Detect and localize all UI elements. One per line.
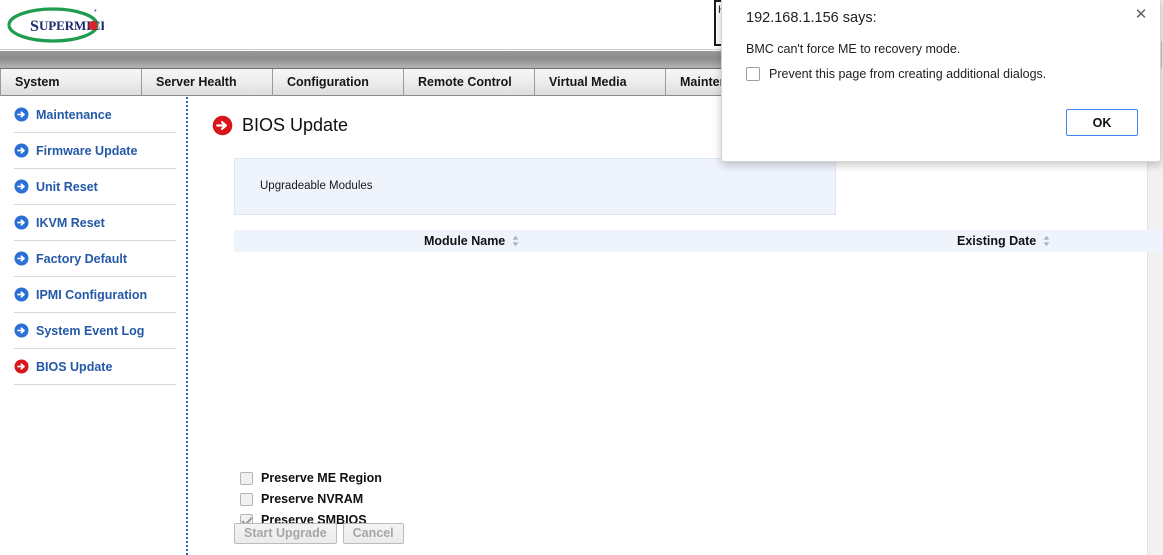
sidebar-item-firmware-update[interactable]: Firmware Update	[14, 133, 176, 169]
supermicro-logo: S UPERMICR *	[6, 4, 111, 46]
sidebar-item-unit-reset[interactable]: Unit Reset	[14, 169, 176, 205]
arrow-circle-icon	[14, 323, 29, 338]
cancel-button[interactable]: Cancel	[342, 523, 404, 544]
dialog-message: BMC can't force ME to recovery mode.	[746, 42, 961, 56]
option-label: Preserve ME Region	[261, 471, 382, 485]
preserve-nvram-checkbox[interactable]	[240, 492, 253, 506]
sidebar-item-label: IPMI Configuration	[36, 287, 148, 302]
tab-remote-control[interactable]: Remote Control	[404, 69, 535, 96]
prevent-dialogs-label: Prevent this page from creating addition…	[769, 67, 1047, 81]
arrow-circle-icon	[14, 179, 29, 194]
option-preserve-me-region[interactable]: Preserve ME Region	[240, 468, 382, 488]
sidebar-item-factory-default[interactable]: Factory Default	[14, 241, 176, 277]
sidebar-item-label: IKVM Reset	[36, 215, 105, 230]
sidebar-item-maintenance[interactable]: Maintenance	[14, 97, 176, 133]
sidebar-item-label: BIOS Update	[36, 359, 113, 374]
column-header-existing-date[interactable]: Existing Date	[957, 230, 1051, 252]
svg-text:S: S	[30, 18, 39, 35]
sidebar: Maintenance Firmware Update Unit Reset I…	[0, 97, 188, 555]
option-label: Preserve NVRAM	[261, 492, 364, 506]
column-header-label: Module Name	[424, 234, 506, 248]
sort-toggle-icon	[1042, 235, 1051, 247]
sidebar-item-bios-update[interactable]: BIOS Update	[14, 349, 176, 385]
sort-toggle-icon	[511, 235, 520, 247]
column-header-label: Existing Date	[957, 234, 1037, 248]
sidebar-item-label: Unit Reset	[36, 179, 98, 194]
sidebar-item-system-event-log[interactable]: System Event Log	[14, 313, 176, 349]
sidebar-item-label: System Event Log	[36, 323, 145, 338]
tab-system[interactable]: System	[0, 69, 142, 96]
column-header-module-name[interactable]: Module Name	[424, 230, 520, 252]
dialog-origin-title: 192.168.1.156 says:	[746, 10, 877, 26]
sidebar-item-ikvm-reset[interactable]: IKVM Reset	[14, 205, 176, 241]
arrow-circle-icon	[14, 287, 29, 302]
modules-table-header: Module Name Existing Date	[234, 230, 1163, 252]
javascript-alert-dialog: ✕ 192.168.1.156 says: BMC can't force ME…	[721, 0, 1161, 162]
arrow-circle-icon	[14, 251, 29, 266]
tab-server-health[interactable]: Server Health	[142, 69, 273, 96]
page-title-text: BIOS Update	[242, 115, 349, 135]
arrow-circle-icon	[14, 215, 29, 230]
panel-label: Upgradeable Modules	[260, 180, 373, 192]
tab-virtual-media[interactable]: Virtual Media	[535, 69, 666, 96]
close-icon[interactable]: ✕	[1130, 3, 1152, 25]
svg-text:*: *	[94, 9, 97, 16]
arrow-circle-icon	[14, 143, 29, 158]
option-preserve-nvram[interactable]: Preserve NVRAM	[240, 489, 382, 509]
page-title: BIOS Update	[212, 115, 348, 136]
sidebar-item-ipmi-configuration[interactable]: IPMI Configuration	[14, 277, 176, 313]
main-content: BIOS Update Upgradeable Modules Module N…	[188, 97, 1163, 555]
upgradeable-modules-panel: Upgradeable Modules	[234, 158, 836, 215]
start-upgrade-button[interactable]: Start Upgrade	[234, 523, 337, 544]
arrow-circle-active-icon	[14, 359, 29, 374]
arrow-circle-active-icon	[212, 115, 233, 136]
preserve-options-group: Preserve ME Region Preserve NVRAM Preser…	[240, 468, 382, 531]
action-buttons: Start Upgrade Cancel	[234, 523, 404, 544]
sidebar-item-label: Firmware Update	[36, 143, 138, 158]
sidebar-item-label: Factory Default	[36, 251, 127, 266]
sidebar-item-label: Maintenance	[36, 107, 112, 122]
arrow-circle-icon	[14, 107, 29, 122]
preserve-me-region-checkbox[interactable]	[240, 471, 253, 485]
browser-page: S UPERMICR * System Server Health Config…	[0, 0, 1163, 555]
dialog-ok-button[interactable]: OK	[1066, 109, 1138, 136]
prevent-dialogs-row[interactable]: Prevent this page from creating addition…	[746, 67, 1046, 81]
prevent-dialogs-checkbox[interactable]	[746, 67, 760, 81]
tab-configuration[interactable]: Configuration	[273, 69, 404, 96]
